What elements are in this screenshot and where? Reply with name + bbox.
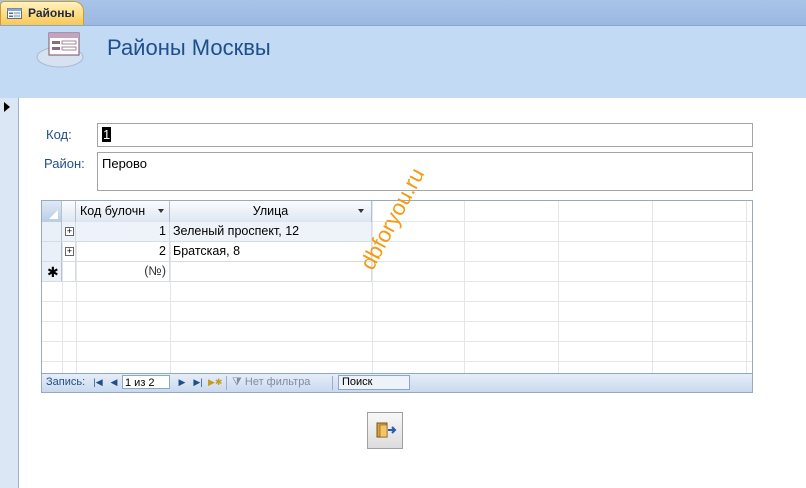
form-header-icon [36, 32, 84, 68]
current-record-arrow-icon [4, 102, 10, 112]
datasheet-header: Код булочн Улица [42, 201, 372, 223]
new-record-asterisk-icon: ✱ [47, 264, 59, 280]
exit-door-icon [376, 422, 397, 438]
column-header-street[interactable]: Улица [170, 201, 372, 222]
form-header: Районы Москвы [0, 26, 806, 98]
tab-districts[interactable]: Районы [0, 1, 84, 25]
table-row[interactable]: + 2 Братская, 8 [42, 242, 372, 262]
district-label: Район: [44, 156, 85, 171]
filter-status-label: Нет фильтра [244, 376, 311, 388]
code-value: 1 [102, 127, 112, 142]
search-input[interactable]: Поиск [338, 375, 410, 390]
cell-street[interactable]: Братская, 8 [170, 242, 372, 261]
page-title: Районы Москвы [107, 35, 271, 60]
row-selector[interactable] [42, 222, 62, 241]
record-selector[interactable] [0, 98, 19, 488]
cell-code-autonumber[interactable]: (№) [76, 262, 170, 281]
cell-code[interactable]: 2 [76, 242, 170, 261]
new-record-icon[interactable]: ▶✱ [208, 376, 222, 389]
expand-plus-icon[interactable]: + [65, 247, 74, 256]
column-header-label: Код булочн [80, 204, 146, 218]
next-record-icon[interactable]: ▶ [176, 376, 188, 389]
previous-record-icon[interactable]: ◀ [108, 376, 120, 389]
code-field[interactable]: 1 [97, 123, 753, 147]
document-tab-bar: Районы [0, 0, 806, 26]
column-header-code[interactable]: Код булочн [76, 201, 170, 222]
cell-street[interactable] [170, 262, 372, 281]
cell-street[interactable]: Зеленый проспект, 12 [170, 222, 372, 241]
filter-status[interactable]: ⧩ Нет фильтра [232, 375, 310, 390]
form-icon [7, 8, 22, 19]
tab-label: Районы [28, 6, 75, 20]
record-counter[interactable]: 1 из 2 [122, 375, 170, 389]
code-label: Код: [46, 127, 72, 142]
funnel-icon: ⧩ [232, 376, 242, 388]
column-header-label: Улица [252, 204, 289, 218]
row-selector[interactable]: ✱ [42, 262, 62, 281]
first-record-icon[interactable]: |◀ [92, 376, 104, 389]
cell-code[interactable]: 1 [76, 222, 170, 241]
record-navigation-bar: Запись: |◀ ◀ 1 из 2 ▶ ▶| ▶✱ ⧩ Нет фильтр… [42, 373, 752, 392]
column-filter-dropdown-icon[interactable] [358, 209, 364, 213]
exit-button[interactable] [367, 412, 403, 449]
table-row[interactable]: + 1 Зеленый проспект, 12 [42, 222, 372, 242]
new-record-row[interactable]: ✱ (№) [42, 262, 372, 282]
expand-plus-icon[interactable]: + [65, 227, 74, 236]
record-label: Запись: [46, 376, 86, 388]
last-record-icon[interactable]: ▶| [192, 376, 204, 389]
row-selector[interactable] [42, 242, 62, 261]
select-all-button[interactable] [42, 201, 62, 222]
column-filter-dropdown-icon[interactable] [158, 209, 164, 213]
